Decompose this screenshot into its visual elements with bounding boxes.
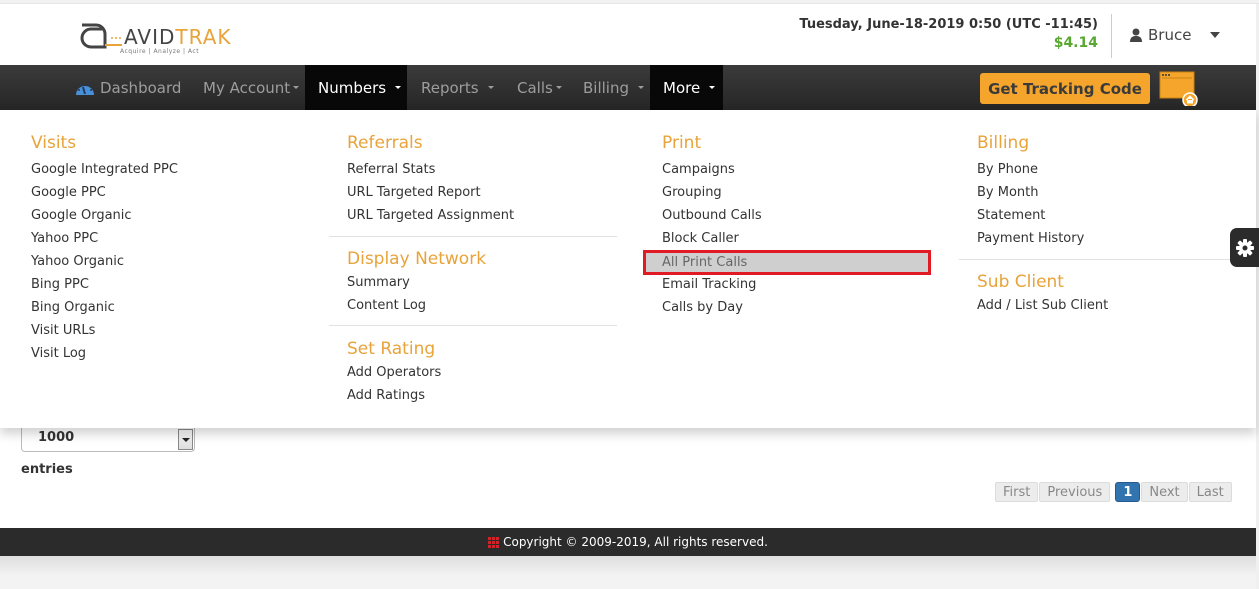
- nav-dashboard-label: Dashboard: [100, 78, 182, 97]
- nav-numbers[interactable]: Numbers: [305, 65, 407, 110]
- main-navbar: Dashboard My Account Numbers Reports Cal…: [0, 65, 1256, 110]
- get-tracking-code-button[interactable]: Get Tracking Code: [980, 73, 1150, 104]
- user-menu[interactable]: Bruce: [1129, 26, 1221, 44]
- menu-link-summary[interactable]: Summary: [347, 271, 617, 294]
- menu-link-google-integrated-ppc[interactable]: Google Integrated PPC: [31, 158, 178, 181]
- menu-link-statement[interactable]: Statement: [977, 204, 1256, 227]
- menu-link-outbound-calls[interactable]: Outbound Calls: [662, 204, 762, 227]
- header: AVIDTRAK Acquire | Analyze | Act Tuesday…: [0, 5, 1256, 65]
- menu-link-campaigns[interactable]: Campaigns: [662, 158, 762, 181]
- menu-link-content-log[interactable]: Content Log: [347, 294, 617, 317]
- copyright-text: Copyright © 2009-2019, All rights reserv…: [503, 535, 768, 549]
- nav-more[interactable]: More: [650, 65, 723, 110]
- nav-reports[interactable]: Reports: [421, 65, 494, 110]
- nav-reports-label: Reports: [421, 78, 479, 97]
- menu-divider: [329, 325, 617, 326]
- user-name: Bruce: [1148, 26, 1192, 44]
- menu-link-add-list-sub-client[interactable]: Add / List Sub Client: [977, 294, 1256, 317]
- caret-down-icon: [555, 86, 562, 89]
- menu-column-referrals: Referrals Referral Stats URL Targeted Re…: [329, 132, 617, 407]
- website-home-icon[interactable]: [1159, 71, 1199, 106]
- nav-billing[interactable]: Billing: [583, 65, 644, 110]
- menu-link-block-caller[interactable]: Block Caller: [662, 227, 762, 250]
- pagination: First Previous 1 Next Last: [995, 482, 1232, 502]
- page-length-value: 1000: [38, 430, 75, 445]
- caret-down-icon: [638, 86, 644, 89]
- pagination-first[interactable]: First: [995, 482, 1039, 502]
- menu-link-visit-urls[interactable]: Visit URLs: [31, 319, 178, 342]
- menu-link-url-targeted-assignment[interactable]: URL Targeted Assignment: [347, 204, 617, 227]
- nav-billing-label: Billing: [583, 78, 629, 97]
- menu-link-add-ratings[interactable]: Add Ratings: [347, 384, 617, 407]
- nav-my-account[interactable]: My Account: [203, 65, 300, 110]
- menu-link-all-print-calls-label: All Print Calls: [662, 255, 748, 270]
- settings-panel-toggle[interactable]: [1230, 228, 1259, 267]
- menu-link-bing-organic[interactable]: Bing Organic: [31, 296, 178, 319]
- nav-numbers-label: Numbers: [318, 78, 387, 97]
- section-title-print: Print: [662, 133, 702, 153]
- pagination-last[interactable]: Last: [1188, 482, 1232, 502]
- gear-icon: [1235, 238, 1254, 257]
- page-bottom: [0, 556, 1256, 589]
- menu-link-by-month[interactable]: By Month: [977, 181, 1256, 204]
- menu-link-calls-by-day[interactable]: Calls by Day: [662, 296, 762, 319]
- select-dropdown-arrow-icon[interactable]: [178, 429, 193, 450]
- menu-link-visit-log[interactable]: Visit Log: [31, 342, 178, 365]
- pagination-page-current[interactable]: 1: [1115, 482, 1141, 502]
- logo-trak: TRAK: [175, 25, 232, 49]
- menu-link-url-targeted-report[interactable]: URL Targeted Report: [347, 181, 617, 204]
- menu-divider: [329, 236, 617, 237]
- nav-calls-label: Calls: [517, 78, 553, 97]
- dashboard-gauge-icon: [76, 83, 94, 95]
- nav-dashboard[interactable]: Dashboard: [75, 65, 181, 110]
- more-mega-menu: Visits Google Integrated PPC Google PPC …: [0, 110, 1256, 428]
- entries-label: entries: [21, 462, 73, 477]
- menu-link-google-organic[interactable]: Google Organic: [31, 204, 178, 227]
- grid-icon: [488, 536, 500, 548]
- menu-link-by-phone[interactable]: By Phone: [977, 158, 1256, 181]
- nav-my-account-label: My Account: [203, 78, 291, 97]
- caret-down-icon: [709, 86, 716, 89]
- avidtrak-logo[interactable]: AVIDTRAK Acquire | Analyze | Act: [78, 17, 230, 59]
- current-datetime: Tuesday, June-18-2019 0:50 (UTC -11:45): [799, 17, 1098, 32]
- page-length-select[interactable]: 1000: [21, 425, 195, 452]
- section-title-referrals: Referrals: [347, 133, 423, 153]
- menu-link-referral-stats[interactable]: Referral Stats: [347, 158, 617, 181]
- menu-link-yahoo-organic[interactable]: Yahoo Organic: [31, 250, 178, 273]
- menu-link-yahoo-ppc[interactable]: Yahoo PPC: [31, 227, 178, 250]
- menu-link-all-print-calls[interactable]: All Print Calls: [643, 250, 931, 275]
- footer: Copyright © 2009-2019, All rights reserv…: [0, 528, 1256, 556]
- pagination-previous[interactable]: Previous: [1039, 482, 1111, 502]
- menu-link-google-ppc[interactable]: Google PPC: [31, 181, 178, 204]
- logo-tagline: Acquire | Analyze | Act: [120, 48, 200, 55]
- menu-link-add-operators[interactable]: Add Operators: [347, 361, 617, 384]
- section-title-visits: Visits: [31, 133, 77, 153]
- browser-top-edge: [0, 0, 1259, 4]
- menu-divider: [959, 259, 1230, 260]
- menu-column-billing: Billing By Phone By Month Statement Paym…: [959, 132, 1256, 317]
- account-balance: $4.14: [1053, 35, 1098, 51]
- user-icon: [1130, 28, 1142, 42]
- section-title-sub-client: Sub Client: [977, 272, 1064, 292]
- menu-link-bing-ppc[interactable]: Bing PPC: [31, 273, 178, 296]
- nav-more-label: More: [663, 78, 701, 97]
- section-title-billing: Billing: [977, 133, 1030, 153]
- menu-link-grouping[interactable]: Grouping: [662, 181, 762, 204]
- menu-link-email-tracking[interactable]: Email Tracking: [662, 273, 762, 296]
- section-title-display-network: Display Network: [347, 249, 487, 269]
- logo-avid: AVID: [124, 25, 176, 49]
- header-divider: [1111, 14, 1112, 58]
- caret-down-icon: [395, 86, 402, 89]
- section-title-set-rating: Set Rating: [347, 339, 436, 359]
- caret-down-icon: [487, 86, 494, 89]
- caret-down-icon: [293, 86, 300, 89]
- menu-link-payment-history[interactable]: Payment History: [977, 227, 1256, 250]
- pagination-next[interactable]: Next: [1141, 482, 1188, 502]
- nav-calls[interactable]: Calls: [517, 65, 562, 110]
- logo-mark-icon: [80, 23, 122, 49]
- chevron-down-icon: [1210, 32, 1221, 38]
- logo-wordmark: AVIDTRAK: [124, 25, 232, 49]
- menu-column-visits: Visits Google Integrated PPC Google PPC …: [31, 132, 178, 365]
- menu-column-print: Print Campaigns Grouping Outbound Calls …: [662, 132, 762, 319]
